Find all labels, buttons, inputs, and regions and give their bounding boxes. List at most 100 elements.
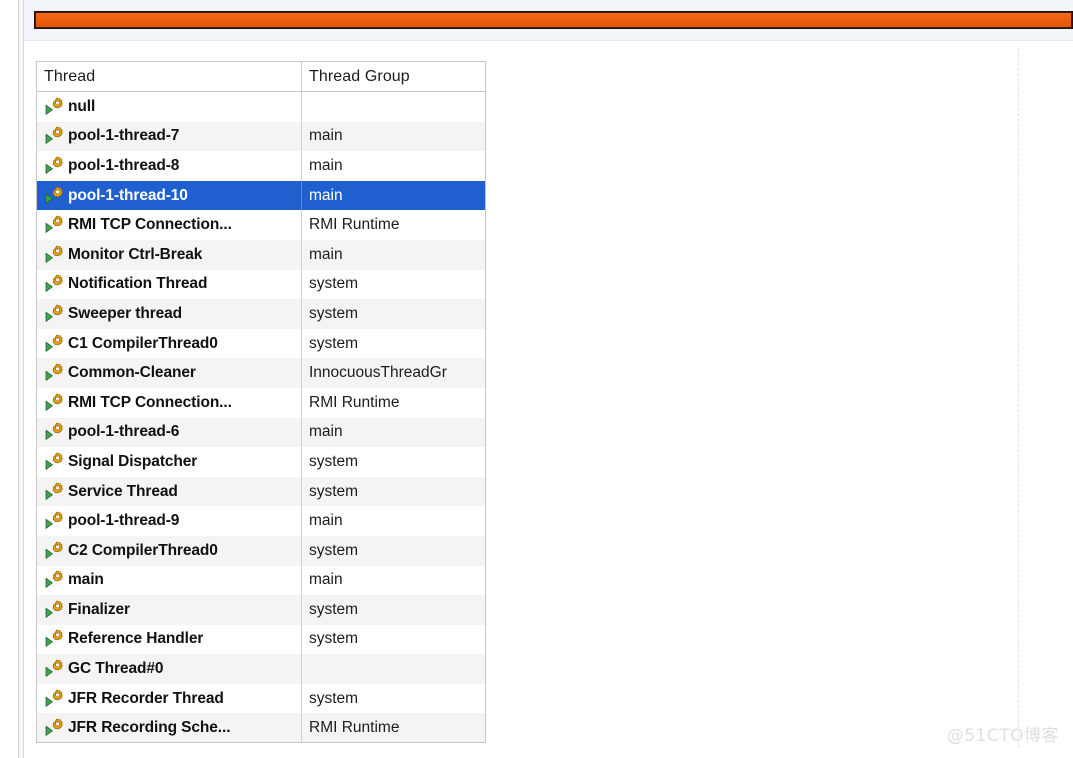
thread-name-label: Sweeper thread [68, 304, 183, 322]
thread-name-label: pool-1-thread-10 [68, 186, 188, 204]
thread-running-icon [43, 452, 65, 472]
table-row[interactable]: pool-1-thread-10 main [37, 180, 485, 211]
thread-name-label: Reference Handler [68, 630, 204, 648]
thread-running-icon [43, 541, 65, 561]
thread-group-label: RMI Runtime [309, 719, 400, 737]
thread-running-icon [43, 689, 65, 709]
table-row[interactable]: JFR Recorder Thread system [37, 683, 485, 714]
cell-thread: Service Thread [37, 476, 302, 507]
thread-running-icon [43, 718, 65, 738]
table-row[interactable]: JFR Recording Sche... RMI Runtime [37, 713, 485, 742]
cell-thread-group: RMI Runtime [302, 713, 485, 742]
thread-name-label: C1 CompilerThread0 [68, 334, 218, 352]
app-window: Thread Thread Group null pool-1-thread-7… [0, 0, 1073, 758]
cell-thread-group: system [302, 595, 485, 625]
table-row[interactable]: main main [37, 565, 485, 596]
thread-group-label: InnocuousThreadGr [309, 364, 447, 382]
cell-thread: Monitor Ctrl-Break [37, 239, 302, 270]
column-header-thread[interactable]: Thread [37, 62, 302, 91]
cell-thread: GC Thread#0 [37, 654, 302, 684]
thread-group-label: system [309, 275, 359, 293]
thread-group-label: main [309, 245, 343, 263]
cell-thread: main [37, 565, 302, 596]
column-header-thread-group[interactable]: Thread Group [302, 62, 485, 91]
thread-running-icon [43, 304, 65, 324]
thread-running-icon [43, 126, 65, 146]
thread-group-label: main [309, 127, 343, 145]
thread-running-icon [43, 659, 65, 679]
thread-running-icon [43, 245, 65, 265]
thread-table[interactable]: Thread Thread Group null pool-1-thread-7… [36, 61, 486, 743]
cell-thread-group: system [302, 477, 485, 507]
cell-thread-group: main [302, 418, 485, 448]
cell-thread-group: system [302, 625, 485, 655]
table-row[interactable]: Notification Thread system [37, 269, 485, 300]
thread-name-label: Notification Thread [68, 275, 208, 293]
thread-group-label: RMI Runtime [309, 216, 400, 234]
cell-thread-group: InnocuousThreadGr [302, 358, 485, 388]
thread-group-label: system [309, 334, 359, 352]
table-row[interactable]: Monitor Ctrl-Break main [37, 239, 485, 270]
thread-name-label: Monitor Ctrl-Break [68, 245, 203, 263]
cell-thread: JFR Recording Sche... [37, 713, 302, 742]
cell-thread-group: system [302, 447, 485, 477]
thread-name-label: pool-1-thread-9 [68, 512, 180, 530]
table-row[interactable]: Reference Handler system [37, 624, 485, 655]
table-row[interactable]: pool-1-thread-8 main [37, 151, 485, 181]
thread-group-label: main [309, 156, 343, 174]
cell-thread: JFR Recorder Thread [37, 683, 302, 714]
table-row[interactable]: Service Thread system [37, 476, 485, 507]
table-row[interactable]: pool-1-thread-7 main [37, 121, 485, 152]
thread-group-label: RMI Runtime [309, 393, 400, 411]
left-border-strip-inner [19, 0, 23, 758]
thread-group-label: system [309, 482, 359, 500]
thread-name-label: GC Thread#0 [68, 660, 164, 678]
thread-running-icon [43, 511, 65, 531]
cell-thread: C2 CompilerThread0 [37, 535, 302, 566]
thread-name-label: null [68, 97, 96, 115]
table-row[interactable]: RMI TCP Connection... RMI Runtime [37, 387, 485, 418]
thread-running-icon [43, 334, 65, 354]
cell-thread-group [302, 92, 485, 122]
cell-thread: pool-1-thread-6 [37, 417, 302, 448]
table-row[interactable]: Sweeper thread system [37, 299, 485, 329]
table-row[interactable]: C2 CompilerThread0 system [37, 535, 485, 566]
thread-running-icon [43, 97, 65, 117]
cell-thread-group: main [302, 506, 485, 536]
thread-name-label: pool-1-thread-7 [68, 127, 180, 145]
orange-progress-bar[interactable] [34, 11, 1073, 29]
table-row[interactable]: Common-Cleaner InnocuousThreadGr [37, 358, 485, 388]
cell-thread: C1 CompilerThread0 [37, 328, 302, 359]
cell-thread: pool-1-thread-9 [37, 506, 302, 536]
thread-name-label: JFR Recording Sche... [68, 719, 231, 737]
table-row[interactable]: null [37, 92, 485, 122]
orange-progress-bar-fill [36, 13, 1071, 27]
thread-running-icon [43, 629, 65, 649]
table-row[interactable]: C1 CompilerThread0 system [37, 328, 485, 359]
thread-name-label: Common-Cleaner [68, 364, 196, 382]
thread-running-icon [43, 156, 65, 176]
thread-running-icon [43, 422, 65, 442]
cell-thread-group [302, 654, 485, 684]
table-row[interactable]: pool-1-thread-6 main [37, 417, 485, 448]
thread-group-label: system [309, 689, 359, 707]
cell-thread-group: main [302, 122, 485, 152]
watermark: @51CTO博客 [946, 726, 1059, 746]
table-row[interactable]: pool-1-thread-9 main [37, 506, 485, 536]
thread-name-label: RMI TCP Connection... [68, 216, 232, 234]
table-row[interactable]: Signal Dispatcher system [37, 447, 485, 477]
thread-group-label: main [309, 423, 343, 441]
cell-thread: Signal Dispatcher [37, 447, 302, 477]
cell-thread-group: system [302, 684, 485, 714]
cell-thread-group: RMI Runtime [302, 210, 485, 240]
cell-thread: RMI TCP Connection... [37, 387, 302, 418]
thread-running-icon [43, 186, 65, 206]
thread-running-icon [43, 215, 65, 235]
table-row[interactable]: Finalizer system [37, 595, 485, 625]
dashed-guide-line [1018, 48, 1019, 748]
thread-table-header: Thread Thread Group [37, 62, 485, 92]
table-row[interactable]: RMI TCP Connection... RMI Runtime [37, 210, 485, 240]
thread-running-icon [43, 274, 65, 294]
cell-thread: RMI TCP Connection... [37, 210, 302, 240]
table-row[interactable]: GC Thread#0 [37, 654, 485, 684]
